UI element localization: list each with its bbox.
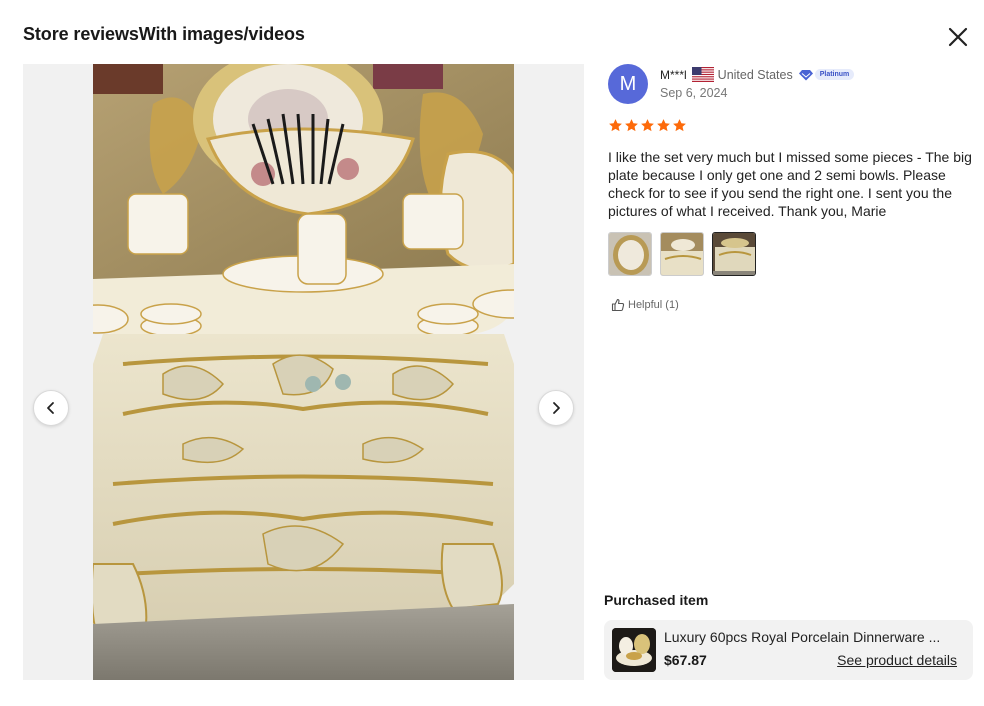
product-card[interactable]: Luxury 60pcs Royal Porcelain Dinnerware … [604,620,973,680]
chevron-left-icon [47,402,54,414]
image-viewer [23,64,584,680]
us-flag-icon [691,67,714,82]
product-thumbnail[interactable] [612,628,656,672]
modal-title: Store reviewsWith images/videos [23,24,305,44]
tier-badge: Platinum [814,69,855,80]
reviewer-meta: M***l United States Platinum [660,67,855,82]
diamond-icon [798,69,813,80]
review-text: I like the set very much but I missed so… [608,149,972,219]
review-thumbnails [608,232,756,276]
next-image-button[interactable] [538,390,574,426]
helpful-label: Helpful (1) [628,299,679,311]
product-price: $67.87 [664,652,707,668]
helpful-button[interactable]: Helpful (1) [611,298,679,312]
review-photo[interactable] [93,64,514,680]
avatar: M [608,64,648,104]
thumbs-up-icon [611,298,625,312]
star-icon [609,119,622,132]
review-thumbnail-selected[interactable] [712,232,756,276]
see-product-details-link[interactable]: See product details [837,652,957,668]
star-rating [608,118,687,133]
purchased-item-heading: Purchased item [604,592,709,608]
star-icon [625,119,638,132]
close-icon [948,27,968,47]
member-tier: Platinum [798,69,855,81]
review-modal: Store reviewsWith images/videos M M***l … [0,0,984,706]
close-button[interactable] [945,24,971,50]
previous-image-button[interactable] [33,390,69,426]
chevron-right-icon [553,402,560,414]
star-icon [641,119,654,132]
star-icon [657,119,670,132]
star-icon [673,119,686,132]
review-date: Sep 6, 2024 [660,86,728,100]
review-thumbnail[interactable] [608,232,652,276]
reviewer-name: M***l [660,67,687,82]
review-thumbnail[interactable] [660,232,704,276]
reviewer-country: United States [717,67,793,82]
product-name[interactable]: Luxury 60pcs Royal Porcelain Dinnerware … [664,629,964,645]
